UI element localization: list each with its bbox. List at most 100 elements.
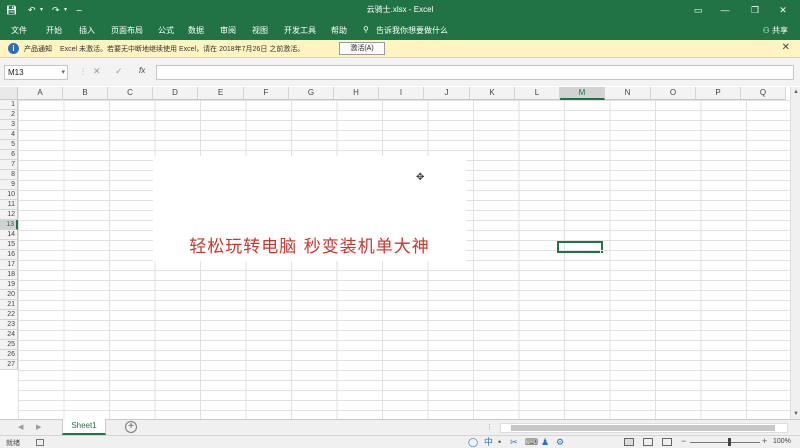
tab-file[interactable]: 文件 (11, 25, 27, 36)
row-header-23[interactable]: 23 (0, 320, 18, 330)
row-header-26[interactable]: 26 (0, 350, 18, 360)
column-header-o[interactable]: O (651, 87, 696, 100)
row-header-15[interactable]: 15 (0, 240, 18, 250)
column-header-i[interactable]: I (379, 87, 424, 100)
row-header-9[interactable]: 9 (0, 180, 18, 190)
row-header-19[interactable]: 19 (0, 280, 18, 290)
scroll-up-icon[interactable]: ▲ (793, 89, 799, 95)
row-header-6[interactable]: 6 (0, 150, 18, 160)
cancel-icon[interactable]: ✕ (93, 66, 101, 77)
macro-record-icon[interactable] (36, 439, 44, 446)
next-sheet-icon[interactable]: ▶ (36, 423, 41, 431)
column-header-h[interactable]: H (334, 87, 379, 100)
page-break-view-icon[interactable] (662, 438, 672, 446)
column-header-c[interactable]: C (108, 87, 153, 100)
tab-page-layout[interactable]: 页面布局 (111, 25, 143, 36)
lightbulb-icon: ⚲ (363, 25, 369, 34)
row-header-7[interactable]: 7 (0, 160, 18, 170)
row-header-5[interactable]: 5 (0, 140, 18, 150)
prev-sheet-icon[interactable]: ◀ (18, 423, 23, 431)
share-button[interactable]: ⚇ 共享 (763, 25, 788, 36)
restore-icon[interactable]: ❐ (744, 2, 766, 18)
column-header-m[interactable]: M (560, 87, 605, 100)
row-header-10[interactable]: 10 (0, 190, 18, 200)
row-header-11[interactable]: 11 (0, 200, 18, 210)
column-header-q[interactable]: Q (741, 87, 786, 100)
keyboard-icon[interactable]: ⌨ (525, 436, 538, 448)
row-header-20[interactable]: 20 (0, 290, 18, 300)
row-header-16[interactable]: 16 (0, 250, 18, 260)
add-sheet-icon[interactable]: + (125, 421, 137, 433)
close-icon[interactable]: ✕ (772, 2, 794, 18)
horizontal-scroll-thumb[interactable] (511, 425, 775, 431)
ime-settings-icon[interactable]: ⚙ (556, 436, 564, 448)
activate-button[interactable]: 激活(A) (339, 42, 385, 55)
ime-mode[interactable]: 中 (484, 436, 493, 448)
fill-handle[interactable] (600, 250, 604, 254)
sheet-tab-sheet1[interactable]: Sheet1 (62, 419, 106, 435)
page-layout-view-icon[interactable] (643, 438, 653, 446)
normal-view-icon[interactable] (624, 438, 634, 446)
row-header-2[interactable]: 2 (0, 110, 18, 120)
name-box[interactable]: M13 ▾ (4, 65, 68, 80)
tab-data[interactable]: 数据 (188, 25, 204, 36)
horizontal-scrollbar[interactable] (500, 423, 788, 433)
tab-home[interactable]: 开始 (46, 25, 62, 36)
tab-review[interactable]: 审阅 (220, 25, 236, 36)
select-all-corner[interactable] (0, 87, 18, 100)
ime-tools-icon[interactable]: ✂ (510, 436, 518, 448)
row-header-24[interactable]: 24 (0, 330, 18, 340)
tell-me-search[interactable]: 告诉我你想要做什么 (376, 25, 448, 36)
row-header-22[interactable]: 22 (0, 310, 18, 320)
ribbon-display-icon[interactable]: ▭ (687, 2, 709, 18)
row-header-25[interactable]: 25 (0, 340, 18, 350)
active-cell[interactable] (557, 241, 604, 254)
column-header-g[interactable]: G (289, 87, 334, 100)
row-header-12[interactable]: 12 (0, 210, 18, 220)
ime-punct-icon[interactable]: • (498, 436, 501, 448)
tab-split-handle[interactable]: ⋮ (486, 423, 493, 431)
zoom-slider-thumb[interactable] (728, 438, 731, 446)
enter-icon[interactable]: ✓ (115, 66, 123, 77)
zoom-out-icon[interactable]: − (681, 436, 686, 446)
row-header-3[interactable]: 3 (0, 120, 18, 130)
insert-function-button[interactable]: fx (139, 66, 145, 75)
tab-help[interactable]: 帮助 (331, 25, 347, 36)
column-header-j[interactable]: J (424, 87, 470, 100)
row-header-14[interactable]: 14 (0, 230, 18, 240)
column-header-n[interactable]: N (605, 87, 651, 100)
column-header-f[interactable]: F (244, 87, 289, 100)
formula-input[interactable] (156, 65, 794, 80)
info-icon: i (8, 43, 19, 54)
close-message-icon[interactable]: ✕ (782, 42, 790, 53)
column-header-k[interactable]: K (470, 87, 515, 100)
column-header-e[interactable]: E (198, 87, 244, 100)
chevron-down-icon[interactable]: ▾ (61, 66, 65, 79)
column-header-l[interactable]: L (515, 87, 560, 100)
row-header-1[interactable]: 1 (0, 100, 18, 110)
scroll-down-icon[interactable]: ▼ (793, 411, 799, 417)
zoom-slider[interactable] (690, 442, 760, 443)
row-header-8[interactable]: 8 (0, 170, 18, 180)
tab-developer[interactable]: 开发工具 (284, 25, 316, 36)
vertical-scrollbar[interactable]: ▲ ▼ (790, 87, 800, 419)
shirt-icon[interactable]: ♟ (541, 436, 549, 448)
minimize-icon[interactable]: — (714, 2, 736, 18)
tab-formulas[interactable]: 公式 (158, 25, 174, 36)
tab-view[interactable]: 视图 (252, 25, 268, 36)
row-header-21[interactable]: 21 (0, 300, 18, 310)
ime-logo-icon[interactable]: ◯ (468, 436, 478, 448)
column-header-a[interactable]: A (18, 87, 63, 100)
row-header-27[interactable]: 27 (0, 360, 18, 370)
column-header-d[interactable]: D (153, 87, 198, 100)
column-header-p[interactable]: P (696, 87, 741, 100)
tab-insert[interactable]: 插入 (79, 25, 95, 36)
zoom-in-icon[interactable]: + (762, 436, 767, 446)
formula-bar-divider: ⋮ (79, 67, 87, 76)
row-header-13[interactable]: 13 (0, 220, 18, 230)
row-header-17[interactable]: 17 (0, 260, 18, 270)
column-header-b[interactable]: B (63, 87, 108, 100)
zoom-level[interactable]: 100% (773, 438, 791, 445)
row-header-18[interactable]: 18 (0, 270, 18, 280)
row-header-4[interactable]: 4 (0, 130, 18, 140)
